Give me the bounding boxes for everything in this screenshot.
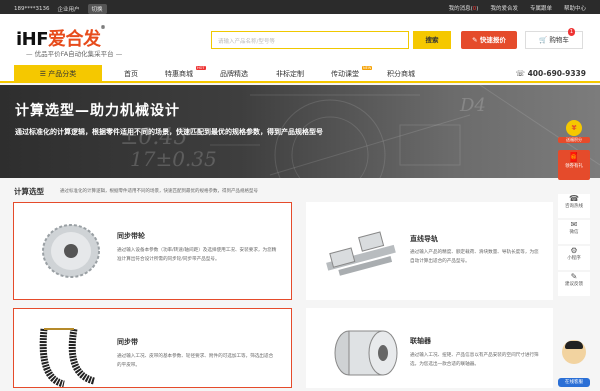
quote-icon: ✎ — [472, 36, 480, 44]
feedback-item[interactable]: ✎ 建议反馈 — [558, 272, 590, 296]
nav-custom[interactable]: 非标定制 — [276, 69, 304, 79]
header: iHF爱合发® — 优品平价FA自动化集采平台 — 请输入产品名称/型号等 搜索… — [0, 14, 600, 65]
help-center-link[interactable]: 帮助中心 — [564, 4, 586, 12]
timing-pulley-image — [42, 224, 100, 278]
mini-program-label: 小程序 — [567, 256, 581, 261]
cart-count-badge: 1 — [567, 28, 575, 36]
floating-sidebar: ¥ 送福积分 🧧 领券有礼 ☎ 咨询热线 ✉ 微信 ⚙ 小程序 ✎ 建议反馈 在… — [558, 120, 590, 391]
wechat-item[interactable]: ✉ 微信 — [558, 220, 590, 244]
cart-label: 购物车 — [549, 36, 569, 44]
switch-user-button[interactable]: 切换 — [87, 4, 107, 14]
online-service[interactable]: 在线客服 — [558, 340, 590, 390]
hotline-number: 400-690-9339 — [527, 69, 586, 78]
category-menu-button[interactable]: ☰ 产品分类 — [14, 65, 102, 83]
hotline-label: 咨询热线 — [565, 204, 583, 209]
section-description: 通过标准化的计算逻辑，根据零件适用不同的场景，快速匹配到最优的规格参数，得到产品… — [60, 189, 258, 194]
wechat-icon: ✉ — [570, 220, 578, 229]
hot-tag: HOT — [196, 66, 206, 70]
top-bar: 189****3136 企业用户 切换 我的消息(0) 我的爱合发 专属跟单 帮… — [0, 0, 600, 14]
card-title: 同步带轮 — [117, 232, 145, 240]
logo-mark: ® — [100, 25, 106, 31]
linear-guide-image — [326, 231, 396, 276]
coupling-image — [334, 330, 398, 376]
my-account-link[interactable]: 我的爱合发 — [490, 4, 518, 12]
feedback-label: 建议反馈 — [565, 282, 583, 287]
coupon-gift[interactable]: 🧧 领券有礼 — [558, 150, 590, 180]
hotline-item[interactable]: ☎ 咨询热线 — [558, 194, 590, 218]
wechat-label: 微信 — [569, 230, 579, 235]
nav-classroom[interactable]: 传动课堂 NEW — [331, 66, 373, 79]
nav-classroom-label: 传动课堂 — [331, 70, 359, 78]
cart-button[interactable]: 🛒 购物车 1 — [525, 28, 583, 49]
mini-program-icon: ⚙ — [570, 246, 578, 255]
nav-special-offers-label: 特惠商城 — [165, 70, 193, 78]
new-tag: NEW — [362, 66, 373, 70]
cart-icon: 🛒 — [539, 36, 550, 44]
section-title: 计算选型 — [14, 187, 44, 196]
coin-icon: ¥ — [566, 120, 582, 136]
nav-points-mall[interactable]: 积分商城 — [387, 69, 415, 79]
quick-quote-button[interactable]: ✎ 快速报价 — [461, 31, 517, 49]
points-label: 送福积分 — [558, 137, 590, 143]
search-button[interactable]: 搜索 — [413, 31, 451, 49]
card-timing-belt[interactable]: 同步带 通过输入工况、皮带的基本参数、轮径要求、附件的可选加工等，筛选出适合的平… — [13, 308, 292, 388]
mini-program-item[interactable]: ⚙ 小程序 — [558, 246, 590, 270]
card-description: 通过输入产品的精度、额定载荷、滑块数量、导轨长度等，为您自动计算出适合的产品型号… — [410, 250, 539, 264]
points-coin[interactable]: ¥ 送福积分 — [558, 120, 590, 144]
my-messages-link[interactable]: 我的消息(0) — [449, 4, 479, 12]
timing-belt-image — [39, 328, 96, 387]
card-description: 通过输入设备本参数（功率/转速/轴间距）及选择使用工况、安装要求，为您精准计算出… — [117, 248, 277, 262]
card-description: 通过输入工况、扭矩、产品信息以有产品安装的空间尺寸进行筛选，为您选出一款合适的联… — [410, 353, 539, 367]
card-title: 直线导轨 — [410, 235, 438, 243]
card-timing-pulley[interactable]: 同步带轮 通过输入设备本参数（功率/转速/轴间距）及选择使用工况、安装要求，为您… — [13, 202, 292, 300]
card-linear-guide[interactable]: 直线导轨 通过输入产品的精度、额定载荷、滑块数量、导轨长度等，为您自动计算出适合… — [306, 202, 553, 300]
user-type: 企业用户 — [57, 7, 80, 13]
online-service-label: 在线客服 — [558, 378, 590, 387]
hero-title: 计算选型—助力机械设计 — [15, 103, 180, 119]
headphone-icon: ☎ — [569, 194, 579, 203]
nav-home[interactable]: 首页 — [124, 69, 138, 79]
card-coupling[interactable]: 联轴器 通过输入工况、扭矩、产品信息以有产品安装的空间尺寸进行筛选，为您选出一款… — [306, 308, 553, 388]
my-messages-suffix: ) — [476, 6, 479, 12]
quick-quote-label: 快速报价 — [479, 36, 506, 44]
nav-special-offers[interactable]: 特惠商城 HOT — [165, 66, 206, 79]
card-title: 同步带 — [117, 338, 138, 346]
service-avatar-icon — [562, 340, 586, 364]
hero-subtitle: 通过标准化的计算逻辑，根据零件适用不同的场景，快速匹配到最优的规格参数，得到产品… — [15, 128, 323, 136]
card-title: 联轴器 — [410, 337, 431, 345]
exclusive-followup-link[interactable]: 专属跟单 — [530, 4, 552, 12]
main-nav: ☰ 产品分类 首页 特惠商城 HOT 品牌精选 非标定制 传动课堂 NEW 积分商城… — [0, 65, 600, 83]
hotline: ☏ 400-690-9339 — [516, 69, 586, 78]
user-phone[interactable]: 189****3136 — [14, 6, 50, 12]
my-messages-prefix: 我的消息( — [448, 6, 473, 12]
hero-banner: ±0.45 17±0.35 D4 计算选型—助力机械设计 通过标准化的计算逻辑，… — [0, 85, 600, 178]
slogan: — 优品平价FA自动化集采平台 — — [26, 50, 123, 58]
logo-cn: 爱合发 — [48, 29, 101, 50]
feedback-icon: ✎ — [570, 272, 578, 281]
coupon-label: 领券有礼 — [565, 164, 583, 169]
search-input[interactable]: 请输入产品名称/型号等 — [211, 31, 409, 49]
headset-icon: ☏ — [515, 69, 528, 78]
card-description: 通过输入工况、皮带的基本参数、轮径要求、附件的可选加工等，筛选出适合的平皮带。 — [117, 354, 274, 368]
nav-brands[interactable]: 品牌精选 — [220, 69, 248, 79]
logo-en: iHF — [16, 29, 49, 50]
gift-icon: 🧧 — [568, 153, 580, 163]
